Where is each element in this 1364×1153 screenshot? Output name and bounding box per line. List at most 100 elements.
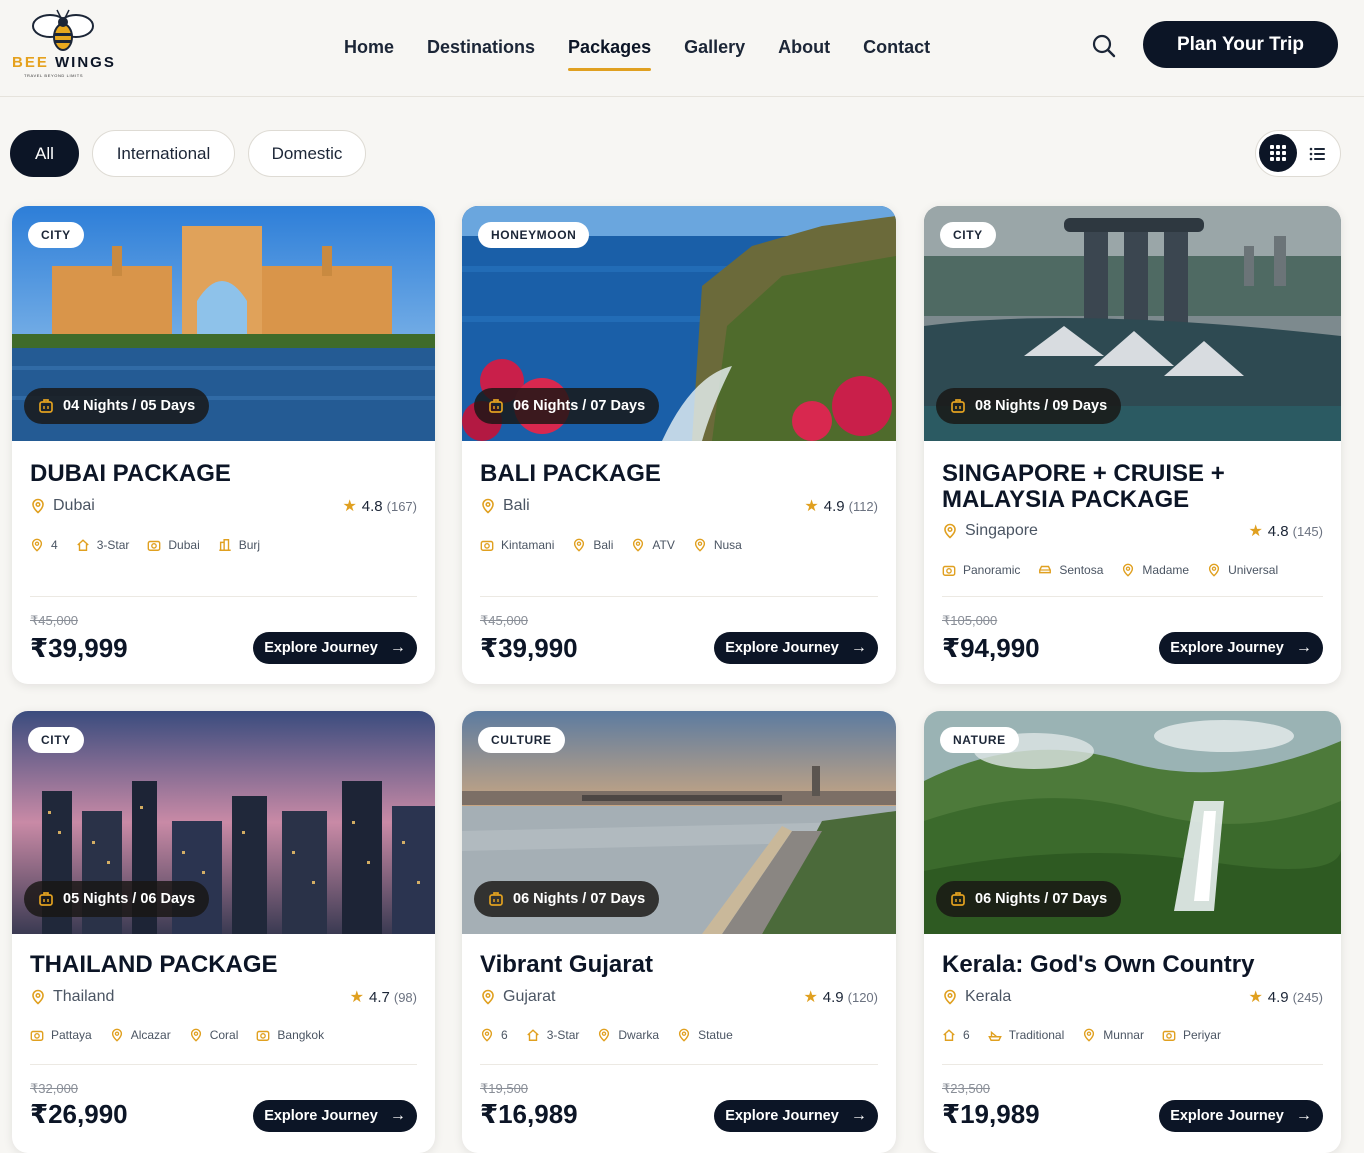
duration-pill: 04 Nights / 05 Days (24, 388, 210, 424)
package-rating: ★ 4.9 (120) (803, 988, 878, 1007)
package-rating: ★ 4.8 (167) (342, 497, 417, 516)
package-title: THAILAND PACKAGE (30, 951, 278, 978)
bee-icon (32, 9, 94, 51)
feature-item: 6 (480, 1028, 508, 1042)
arrow-right-icon: → (850, 639, 867, 656)
pin-icon (111, 1028, 122, 1042)
feature-item: 3-Star (526, 1028, 579, 1042)
category-badge: CITY (28, 222, 84, 248)
nav-packages[interactable]: Packages (568, 36, 652, 71)
nav-gallery[interactable]: Gallery (684, 36, 745, 60)
package-location: Gujarat (480, 986, 555, 1008)
brand-tagline: TRAVEL BEYOND LIMITS (24, 73, 84, 78)
pin-icon (190, 1028, 201, 1042)
original-price: ₹105,000 (942, 613, 998, 628)
current-price: ₹19,989 (942, 1099, 1040, 1129)
feature-item: Alcazar (110, 1028, 171, 1042)
filter-international[interactable]: International (92, 130, 235, 177)
package-title: SINGAPORE + CRUISE + MALAYSIA PACKAGE (942, 460, 1225, 513)
arrow-right-icon: → (1295, 639, 1312, 656)
pin-icon (481, 1028, 493, 1042)
package-title: Vibrant Gujarat (480, 951, 653, 978)
view-toggle (1255, 130, 1341, 177)
package-features: 6 Traditional Munnar Periyar (942, 1026, 1239, 1044)
camera-icon (30, 1030, 44, 1041)
duration-pill: 06 Nights / 07 Days (474, 881, 660, 917)
nav-home[interactable]: Home (344, 36, 394, 60)
brand-name: BEE WINGS (12, 54, 116, 71)
star-icon: ★ (349, 989, 365, 1006)
feature-item: Dwarka (597, 1028, 659, 1042)
explore-journey-button[interactable]: Explore Journey → (714, 1100, 878, 1132)
package-location: Bali (480, 495, 530, 517)
package-features: Pattaya Alcazar Coral Bangkok (30, 1026, 342, 1044)
star-icon: ★ (342, 498, 357, 515)
original-price: ₹23,500 (942, 1081, 991, 1096)
package-rating: ★ 4.9 (245) (1248, 988, 1323, 1007)
feature-item: Universal (1207, 563, 1278, 577)
camera-icon (257, 1030, 270, 1041)
nav-about[interactable]: About (778, 36, 830, 60)
home-icon (76, 539, 89, 551)
package-card-thailand[interactable]: CITY 05 Nights / 06 Days THAILAND PACKAG… (12, 711, 435, 1153)
feature-item: Kintamani (480, 538, 554, 552)
explore-journey-button[interactable]: Explore Journey → (714, 632, 878, 664)
pin-icon (1209, 563, 1220, 577)
explore-journey-button[interactable]: Explore Journey → (253, 632, 417, 664)
explore-journey-button[interactable]: Explore Journey → (1159, 1100, 1323, 1132)
current-price: ₹16,989 (480, 1099, 578, 1129)
suitcase-icon (951, 399, 965, 413)
package-card-gujarat[interactable]: CULTURE 06 Nights / 07 Days Vibrant Guja… (462, 711, 896, 1153)
original-price: ₹45,000 (30, 613, 79, 628)
package-card-bali[interactable]: HONEYMOON 06 Nights / 07 Days BALI PACKA… (462, 206, 896, 684)
duration-text: 08 Nights / 09 Days (975, 398, 1108, 414)
home-icon (526, 1029, 539, 1041)
filter-domestic[interactable]: Domestic (248, 130, 366, 177)
duration-pill: 06 Nights / 07 Days (474, 388, 660, 424)
search-button[interactable] (1090, 32, 1118, 60)
suitcase-icon (951, 892, 965, 906)
divider (30, 596, 417, 597)
list-view-button[interactable] (1308, 144, 1328, 164)
grid-icon (1270, 145, 1286, 161)
explore-journey-button[interactable]: Explore Journey → (1159, 632, 1323, 664)
feature-item: Coral (189, 1028, 238, 1042)
nav-destinations[interactable]: Destinations (427, 36, 535, 60)
package-location: Dubai (30, 495, 95, 517)
arrow-right-icon: → (389, 1107, 406, 1124)
brand-logo[interactable]: BEE WINGS TRAVEL BEYOND LIMITS (10, 8, 118, 80)
feature-item: 3-Star (76, 538, 129, 552)
feature-item: Nusa (693, 538, 742, 552)
filter-all[interactable]: All (10, 130, 79, 177)
package-rating: ★ 4.7 (98) (349, 988, 417, 1007)
feature-item: Bangkok (256, 1028, 324, 1042)
feature-item: Madame (1121, 563, 1189, 577)
package-card-kerala[interactable]: NATURE 06 Nights / 07 Days Kerala: God's… (924, 711, 1341, 1153)
suitcase-icon (489, 892, 503, 906)
divider (30, 1064, 417, 1065)
list-icon (1309, 147, 1325, 161)
duration-text: 06 Nights / 07 Days (513, 398, 646, 414)
feature-item: Sentosa (1038, 563, 1103, 577)
divider (942, 596, 1323, 597)
category-badge: HONEYMOON (478, 222, 590, 248)
location-pin-icon (482, 498, 494, 514)
original-price: ₹19,500 (480, 1081, 529, 1096)
grid-view-button[interactable] (1259, 134, 1297, 172)
duration-text: 06 Nights / 07 Days (975, 891, 1108, 907)
feature-item: Burj (218, 538, 260, 552)
package-card-singapore[interactable]: CITY 08 Nights / 09 Days SINGAPORE + CRU… (924, 206, 1341, 684)
location-pin-icon (32, 989, 44, 1005)
duration-text: 05 Nights / 06 Days (63, 891, 196, 907)
main-nav: Home Destinations Packages Gallery About… (344, 36, 963, 71)
nav-contact[interactable]: Contact (863, 36, 930, 60)
pin-icon (678, 1028, 690, 1042)
divider (942, 1064, 1323, 1065)
suitcase-icon (39, 892, 53, 906)
feature-item: 6 (942, 1028, 970, 1042)
explore-journey-button[interactable]: Explore Journey → (253, 1100, 417, 1132)
star-icon: ★ (1248, 523, 1263, 540)
category-badge: CULTURE (478, 727, 565, 753)
plan-your-trip-button[interactable]: Plan Your Trip (1143, 21, 1338, 68)
package-card-dubai[interactable]: CITY 04 Nights / 05 Days DUBAI PACKAGE D… (12, 206, 435, 684)
